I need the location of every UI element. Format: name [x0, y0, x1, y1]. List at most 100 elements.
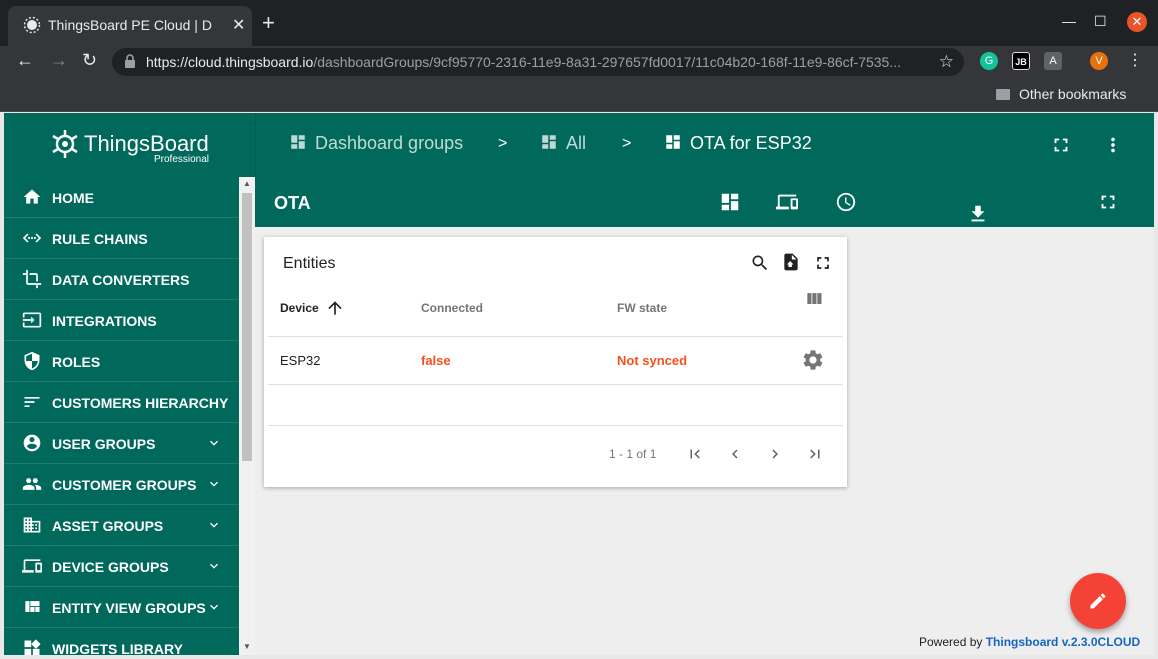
- settings-gear-icon[interactable]: [801, 348, 825, 372]
- reload-icon[interactable]: ↻: [82, 50, 97, 71]
- thingsboard-version-link[interactable]: Thingsboard v.2.3.0CLOUD: [986, 635, 1140, 649]
- edit-dashboard-button[interactable]: [1070, 573, 1126, 629]
- sidebar-scrollbar[interactable]: ▲ ▼: [239, 177, 255, 655]
- breadcrumb-current: OTA for ESP32: [664, 133, 812, 154]
- font-extension-icon[interactable]: A: [1044, 52, 1062, 70]
- cell-device: ESP32: [280, 353, 321, 368]
- window-close-icon[interactable]: ✕: [1127, 12, 1147, 32]
- sidebar-item-customers-hierarchy[interactable]: CUSTOMERS HIERARCHY: [4, 382, 239, 423]
- breadcrumb-separator: >: [622, 135, 632, 152]
- sidebar-item-user-groups[interactable]: USER GROUPS: [4, 423, 239, 464]
- column-header-fw-state[interactable]: FW state: [617, 301, 667, 315]
- dashboard-title: OTA: [274, 193, 311, 213]
- grammarly-extension-icon[interactable]: G: [980, 52, 998, 70]
- shield-icon: [24, 351, 40, 371]
- sidebar-menu: HOME RULE CHAINS DATA CONVERTERS INTEGRA…: [4, 177, 239, 655]
- chevron-down-icon: [210, 522, 218, 528]
- minimize-icon[interactable]: —: [1062, 13, 1076, 29]
- bookmarks-bar: Other bookmarks: [0, 78, 1158, 112]
- profile-avatar[interactable]: V: [1090, 52, 1108, 70]
- scroll-up-icon[interactable]: ▲: [243, 179, 251, 188]
- first-page-icon[interactable]: [686, 445, 704, 463]
- sidebar-item-customer-groups[interactable]: CUSTOMER GROUPS: [4, 464, 239, 505]
- entity-aliases-icon[interactable]: [776, 191, 798, 213]
- scrollbar-thumb[interactable]: [242, 193, 252, 461]
- sidebar-item-data-converters[interactable]: DATA CONVERTERS: [4, 259, 239, 300]
- input-icon: [22, 312, 42, 328]
- download-icon[interactable]: [967, 203, 989, 225]
- row-divider: [268, 425, 843, 426]
- dashboard-states-icon[interactable]: [719, 191, 741, 213]
- chevron-down-icon: [210, 563, 218, 569]
- previous-page-icon[interactable]: [726, 445, 744, 463]
- chrome-menu-icon[interactable]: ⋮: [1127, 50, 1143, 70]
- fullscreen-icon[interactable]: [1050, 134, 1072, 156]
- view-quilt-icon: [25, 601, 40, 612]
- sidebar-item-device-groups[interactable]: DEVICE GROUPS: [4, 546, 239, 587]
- sidebar-item-home[interactable]: HOME: [4, 177, 239, 218]
- forward-icon[interactable]: →: [50, 50, 68, 71]
- sidebar-item-widgets-library[interactable]: WIDGETS LIBRARY: [4, 628, 239, 655]
- breadcrumb-separator: >: [498, 135, 508, 152]
- logo[interactable]: ThingsBoard Professional: [4, 113, 255, 177]
- sidebar-item-rule-chains[interactable]: RULE CHAINS: [4, 218, 239, 259]
- search-icon[interactable]: [750, 253, 770, 273]
- sidebar-item-entity-view-groups[interactable]: ENTITY VIEW GROUPS: [4, 587, 239, 628]
- devices-icon: [22, 559, 42, 573]
- more-vert-icon[interactable]: [1102, 134, 1124, 156]
- sort-arrow-up-icon[interactable]: [325, 298, 345, 318]
- last-page-icon[interactable]: [806, 445, 824, 463]
- sidebar-item-integrations[interactable]: INTEGRATIONS: [4, 300, 239, 341]
- scroll-down-icon[interactable]: ▼: [243, 642, 251, 651]
- dashboard-icon: [666, 135, 680, 149]
- thingsboard-app: ThingsBoard Professional HOME RULE CHAIN…: [4, 113, 1154, 655]
- sidebar-item-roles[interactable]: ROLES: [4, 341, 239, 382]
- browser-tab[interactable]: ThingsBoard PE Cloud | D ✕: [8, 6, 252, 46]
- account-circle-icon: [23, 434, 41, 452]
- new-tab-icon[interactable]: +: [262, 10, 275, 36]
- jetbrains-extension-icon[interactable]: JB: [1012, 52, 1030, 70]
- timewindow-clock-icon[interactable]: [835, 191, 857, 213]
- tab-close-icon[interactable]: ✕: [232, 15, 245, 35]
- column-header-connected[interactable]: Connected: [421, 301, 483, 315]
- sort-lines-icon: [24, 397, 40, 407]
- dashboard-icon: [542, 135, 556, 149]
- dashboard-icon: [291, 135, 305, 149]
- thingsboard-favicon-icon: [23, 16, 41, 34]
- lock-icon: [125, 54, 135, 68]
- column-header-device[interactable]: Device: [280, 301, 319, 315]
- home-icon: [23, 189, 41, 204]
- address-bar[interactable]: https://cloud.thingsboard.io/dashboardGr…: [112, 48, 964, 76]
- widget-title: Entities: [283, 255, 336, 272]
- domain-icon: [23, 517, 41, 533]
- other-bookmarks[interactable]: Other bookmarks: [996, 86, 1126, 102]
- tab-strip: ThingsBoard PE Cloud | D ✕ + — ☐ ✕: [0, 0, 1158, 46]
- columns-icon[interactable]: [804, 289, 824, 309]
- folder-icon: [996, 89, 1010, 100]
- export-file-icon[interactable]: [781, 252, 801, 272]
- dashboard-toolbar: OTA: [255, 177, 1154, 227]
- next-page-icon[interactable]: [766, 445, 784, 463]
- browser-toolbar: ← → ↻ https://cloud.thingsboard.io/dashb…: [0, 46, 1158, 78]
- chevron-down-icon: [210, 481, 218, 487]
- breadcrumb-all[interactable]: All: [540, 133, 586, 154]
- maximize-icon[interactable]: ☐: [1094, 13, 1107, 30]
- chevron-down-icon: [210, 440, 218, 446]
- bookmark-star-icon[interactable]: ☆: [939, 52, 954, 72]
- tab-title: ThingsBoard PE Cloud | D: [48, 17, 212, 33]
- chevron-down-icon: [210, 604, 218, 610]
- top-header: Dashboard groups > All > OTA for ESP32: [255, 113, 1154, 177]
- fullscreen-icon[interactable]: [813, 253, 833, 273]
- widgets-icon: [24, 639, 41, 655]
- browser-window: ThingsBoard PE Cloud | D ✕ + — ☐ ✕ ← → ↻…: [0, 0, 1158, 659]
- breadcrumb-dashboard-groups[interactable]: Dashboard groups: [289, 133, 463, 154]
- entities-widget: Entities Device Connected FW state ESP32…: [264, 237, 847, 487]
- code-arrows-icon: [22, 233, 42, 243]
- sidebar-item-asset-groups[interactable]: ASSET GROUPS: [4, 505, 239, 546]
- cell-fw-state: Not synced: [617, 353, 688, 368]
- back-icon[interactable]: ←: [16, 50, 34, 71]
- row-divider: [268, 336, 843, 337]
- fullscreen-icon[interactable]: [1097, 191, 1119, 213]
- url-text: https://cloud.thingsboard.io/dashboardGr…: [146, 54, 902, 70]
- brand-edition: Professional: [154, 154, 210, 165]
